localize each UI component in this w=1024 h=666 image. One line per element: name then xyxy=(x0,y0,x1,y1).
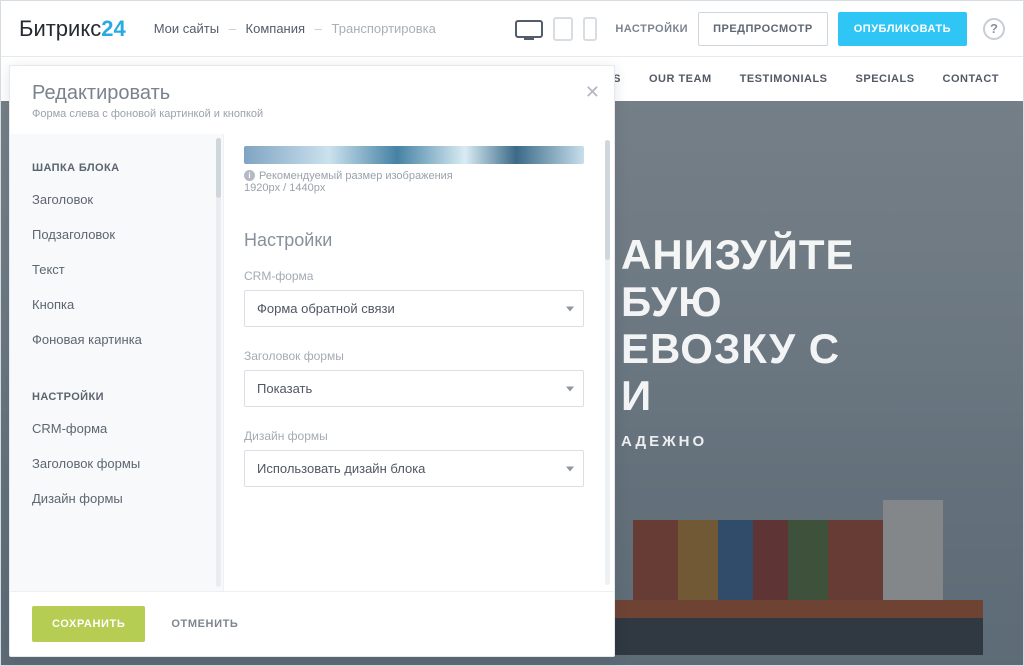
image-hint: i Рекомендуемый размер изображения 1920px… xyxy=(244,170,584,194)
sidebar-item-form-title[interactable]: Заголовок формы xyxy=(10,446,223,481)
hint-label: Рекомендуемый размер изображения xyxy=(259,170,453,182)
logo-text-1: Битрикс xyxy=(19,16,101,41)
crumb-sep: – xyxy=(315,21,322,36)
sidebar-item-crm-form[interactable]: CRM-форма xyxy=(10,411,223,446)
main-scrollbar-thumb[interactable] xyxy=(605,140,610,260)
field-label: Заголовок формы xyxy=(244,349,584,363)
crm-form-select[interactable]: Форма обратной связи xyxy=(244,290,584,327)
sidebar-group-settings: НАСТРОЙКИ xyxy=(10,381,223,411)
chevron-down-icon xyxy=(566,386,574,391)
info-icon: i xyxy=(244,170,255,181)
crumb-sep: – xyxy=(229,21,236,36)
help-icon[interactable]: ? xyxy=(983,18,1005,40)
form-design-select[interactable]: Использовать дизайн блока xyxy=(244,450,584,487)
select-value: Форма обратной связи xyxy=(244,290,584,327)
hint-size: 1920px / 1440px xyxy=(244,182,325,194)
sidebar-group-header: ШАПКА БЛОКА xyxy=(10,152,223,182)
breadcrumb: Мои сайты – Компания – Транспортировка xyxy=(154,21,436,36)
sidebar-item-text[interactable]: Текст xyxy=(10,252,223,287)
close-icon[interactable]: ✕ xyxy=(585,82,600,103)
sidebar-item-button[interactable]: Кнопка xyxy=(10,287,223,322)
chevron-down-icon xyxy=(566,306,574,311)
field-form-design: Дизайн формы Использовать дизайн блока xyxy=(244,429,584,487)
desktop-icon[interactable] xyxy=(515,20,543,38)
sidebar-scrollbar-thumb[interactable] xyxy=(216,138,221,198)
form-title-select[interactable]: Показать xyxy=(244,370,584,407)
hero-title-line: И xyxy=(621,372,963,419)
nav-item[interactable]: OUR TEAM xyxy=(649,73,712,85)
sidebar-item-bg-image[interactable]: Фоновая картинка xyxy=(10,322,223,357)
hero-text: АНИЗУЙТЕ БУЮ ЕВОЗКУ С И АДЕЖНО xyxy=(621,231,963,450)
preview-button[interactable]: ПРЕДПРОСМОТР xyxy=(698,12,828,46)
crumb-site[interactable]: Компания xyxy=(246,21,306,36)
editor-title: Редактировать xyxy=(32,82,592,105)
top-right-group: НАСТРОЙКИ ПРЕДПРОСМОТР ОПУБЛИКОВАТЬ ? xyxy=(515,12,1005,46)
hero-title-line: АНИЗУЙТЕ xyxy=(621,231,963,278)
hero-title-line: БУЮ xyxy=(621,278,963,325)
top-bar: Битрикс24 Мои сайты – Компания – Транспо… xyxy=(1,1,1023,57)
editor-subtitle: Форма слева с фоновой картинкой и кнопко… xyxy=(32,108,592,120)
select-value: Показать xyxy=(244,370,584,407)
sidebar-item-subheading[interactable]: Подзаголовок xyxy=(10,217,223,252)
editor-panel: Редактировать Форма слева с фоновой карт… xyxy=(9,65,615,657)
hero-subtitle: АДЕЖНО xyxy=(621,433,963,450)
device-switcher xyxy=(515,17,597,41)
chevron-down-icon xyxy=(566,466,574,471)
field-label: Дизайн формы xyxy=(244,429,584,443)
crumb-root[interactable]: Мои сайты xyxy=(154,21,219,36)
field-label: CRM-форма xyxy=(244,269,584,283)
sidebar-item-heading[interactable]: Заголовок xyxy=(10,182,223,217)
editor-sidebar: ШАПКА БЛОКА Заголовок Подзаголовок Текст… xyxy=(10,134,224,591)
nav-item[interactable]: CONTACT xyxy=(943,73,999,85)
phone-icon[interactable] xyxy=(583,17,597,41)
sidebar-scrollbar-track xyxy=(216,138,221,587)
select-value: Использовать дизайн блока xyxy=(244,450,584,487)
hero-title-line: ЕВОЗКУ С xyxy=(621,325,963,372)
nav-item[interactable]: SPECIALS xyxy=(856,73,915,85)
editor-header: Редактировать Форма слева с фоновой карт… xyxy=(10,66,614,134)
save-button[interactable]: СОХРАНИТЬ xyxy=(32,606,145,642)
field-form-title: Заголовок формы Показать xyxy=(244,349,584,407)
nav-item[interactable]: TESTIMONIALS xyxy=(740,73,828,85)
editor-body: ШАПКА БЛОКА Заголовок Подзаголовок Текст… xyxy=(10,134,614,591)
settings-link[interactable]: НАСТРОЙКИ xyxy=(615,23,688,35)
editor-main: i Рекомендуемый размер изображения 1920px… xyxy=(224,134,614,591)
section-heading: Настройки xyxy=(244,230,584,251)
logo-text-2: 24 xyxy=(101,16,125,41)
crumb-page: Транспортировка xyxy=(332,21,436,36)
sidebar-item-form-design[interactable]: Дизайн формы xyxy=(10,481,223,516)
tablet-icon[interactable] xyxy=(553,17,573,41)
editor-footer: СОХРАНИТЬ ОТМЕНИТЬ xyxy=(10,591,614,656)
cancel-button[interactable]: ОТМЕНИТЬ xyxy=(171,618,238,630)
publish-button[interactable]: ОПУБЛИКОВАТЬ xyxy=(838,12,967,46)
image-preview-strip[interactable] xyxy=(244,146,584,164)
logo[interactable]: Битрикс24 xyxy=(19,16,126,42)
field-crm-form: CRM-форма Форма обратной связи xyxy=(244,269,584,327)
